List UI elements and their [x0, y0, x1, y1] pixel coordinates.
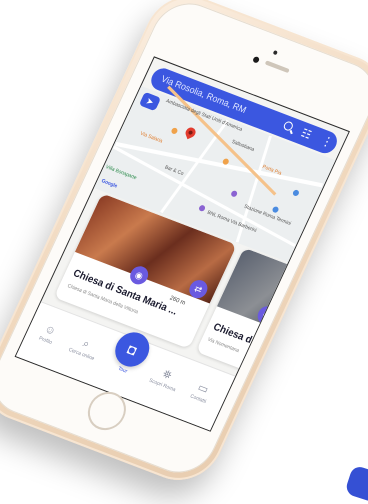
filter-icon[interactable]: ☷ [299, 126, 314, 142]
poi-marker-blue[interactable] [271, 205, 280, 214]
navigate-icon[interactable]: ➤ [138, 91, 162, 112]
camera-icon: ◘ [124, 340, 140, 359]
sensor-dot [272, 50, 278, 56]
nav-item-profilo[interactable]: ☺ Profilo [29, 319, 68, 350]
phone-bezel: Via Rosolia, Roma, RM ☷ ⋮ ➤ Ambasciata d… [0, 0, 368, 483]
nav-item-scopri-roma[interactable]: ⛯ Scopri Roma [146, 364, 185, 395]
map-label-villa: Villa Bonaparte [104, 164, 138, 182]
place-card-title: Chiesa di Sant [211, 321, 279, 356]
app-screen: Via Rosolia, Roma, RM ☷ ⋮ ➤ Ambasciata d… [14, 56, 350, 432]
map-label-via-salaria: Via Salaria [139, 130, 164, 145]
poi-marker-purple[interactable] [230, 189, 239, 198]
phone-mockup: Via Rosolia, Roma, RM ☷ ⋮ ➤ Ambasciata d… [0, 0, 368, 492]
poi-marker-orange[interactable] [170, 127, 179, 135]
more-options-icon[interactable]: ⋮ [319, 133, 336, 150]
front-camera [252, 55, 261, 64]
poi-marker-purple[interactable] [198, 204, 207, 213]
earpiece-speaker [264, 60, 290, 74]
nav-item-contatti[interactable]: ▭ Contatti [182, 377, 221, 408]
poi-marker-blue[interactable] [291, 189, 300, 197]
location-pin-icon[interactable] [184, 125, 197, 140]
nav-item-cerca-online[interactable]: ⌕ Cerca online [65, 333, 104, 364]
search-icon[interactable] [282, 120, 295, 132]
corner-accent [344, 464, 368, 504]
map-label-stazione: Stazione Roma Termini [242, 203, 292, 228]
google-logo: Google [100, 178, 119, 190]
